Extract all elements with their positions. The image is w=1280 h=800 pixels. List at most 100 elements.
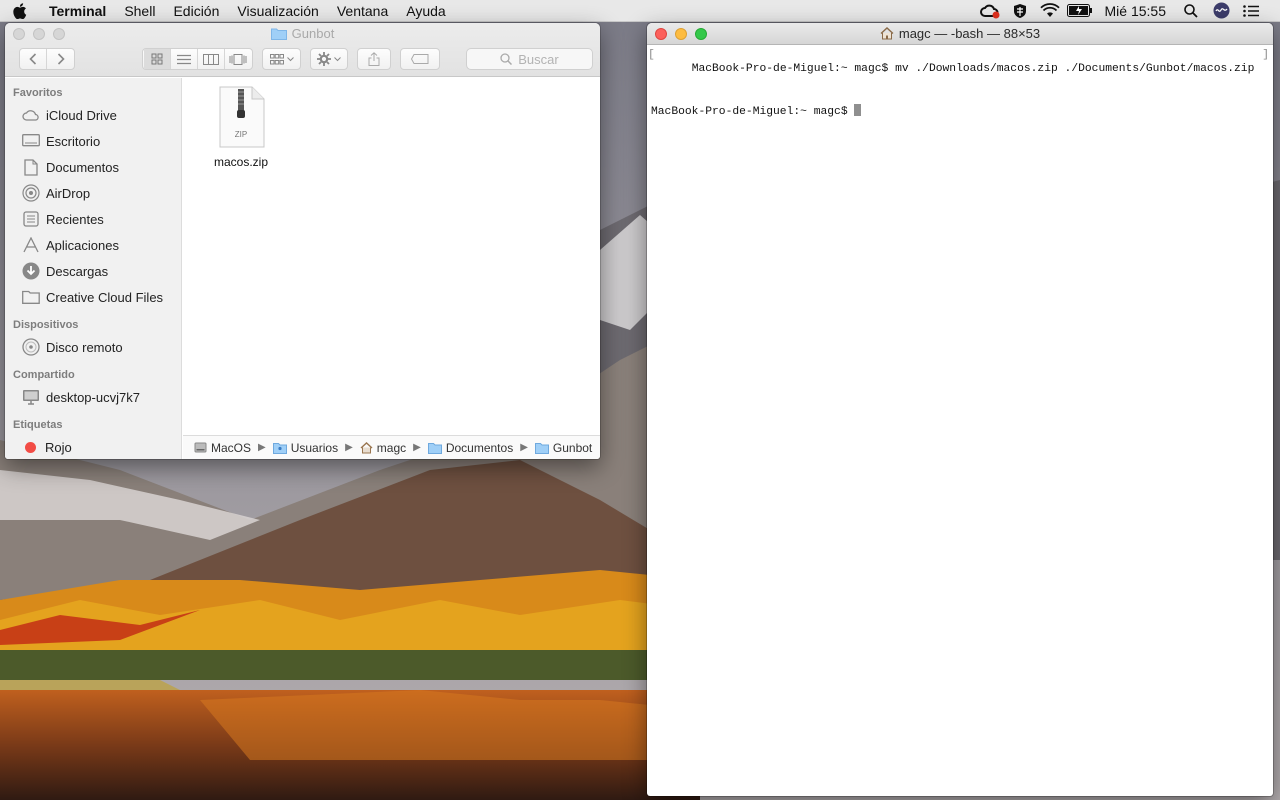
applications-icon bbox=[21, 236, 41, 254]
line-mark-icon: ] bbox=[1262, 49, 1269, 61]
back-button[interactable] bbox=[20, 49, 47, 69]
finder-title-text: Gunbot bbox=[291, 26, 335, 41]
sidebar-item-icloud-drive[interactable]: iCloud Drive bbox=[5, 102, 181, 128]
status-area: Mié 15:55 bbox=[975, 0, 1280, 22]
computer-icon bbox=[21, 388, 41, 406]
menu-shell[interactable]: Shell bbox=[115, 0, 164, 22]
sidebar-item-label: Disco remoto bbox=[46, 339, 123, 355]
sidebar-item-label: Creative Cloud Files bbox=[46, 289, 164, 305]
sidebar-item-recientes[interactable]: Recientes bbox=[5, 206, 181, 232]
path-item-label: MacOS bbox=[211, 440, 252, 455]
sidebar-item-creative-cloud-files[interactable]: Creative Cloud Files bbox=[5, 284, 181, 310]
path-item-usuarios[interactable]: Usuarios bbox=[272, 441, 338, 455]
creative-cloud-icon[interactable] bbox=[975, 0, 1005, 22]
sidebar-item-label: Aplicaciones bbox=[46, 237, 119, 253]
list-view-button[interactable] bbox=[171, 49, 198, 69]
list-icon bbox=[176, 54, 191, 64]
file-name: macos.zip bbox=[213, 155, 269, 169]
forward-button[interactable] bbox=[47, 49, 74, 69]
finder-window: Gunbot Buscar Favoritos iCloud Drive Esc… bbox=[5, 23, 600, 459]
menu-clock[interactable]: Mié 15:55 bbox=[1095, 0, 1176, 22]
action-button[interactable] bbox=[310, 48, 348, 70]
icon-view-button[interactable] bbox=[143, 49, 171, 69]
grid-icon bbox=[151, 53, 162, 65]
terminal-title-text: magc — -bash — 88×53 bbox=[898, 26, 1041, 41]
coverflow-icon bbox=[229, 53, 247, 65]
path-item-label: Documentos bbox=[445, 440, 514, 455]
sidebar-item-desktop-ucvj7k7[interactable]: desktop-ucvj7k7 bbox=[5, 384, 181, 410]
terminal-line-text: MacBook-Pro-de-Miguel:~ magc$ mv ./Downl… bbox=[691, 63, 1255, 75]
path-item-documentos[interactable]: Documentos bbox=[427, 440, 514, 455]
spotlight-search-icon[interactable] bbox=[1176, 0, 1206, 22]
sidebar-header-devices: Dispositivos bbox=[13, 319, 79, 331]
sidebar-item-label: Escritorio bbox=[46, 133, 101, 149]
column-view-button[interactable] bbox=[198, 49, 225, 69]
siri-icon[interactable] bbox=[1206, 0, 1236, 22]
menu-ayuda[interactable]: Ayuda bbox=[397, 0, 454, 22]
view-mode-control bbox=[142, 48, 253, 70]
folder-icon bbox=[270, 27, 287, 45]
path-bar: MacOS ▶ Usuarios ▶ magc ▶ Documentos ▶ G… bbox=[183, 435, 600, 459]
finder-toolbar: Gunbot Buscar bbox=[5, 23, 600, 77]
arrange-button[interactable] bbox=[262, 48, 301, 70]
nav-buttons bbox=[19, 48, 75, 70]
menu-visualizacion[interactable]: Visualización bbox=[228, 0, 327, 22]
sidebar-item-label: Descargas bbox=[46, 263, 109, 279]
sidebar-item-descargas[interactable]: Descargas bbox=[5, 258, 181, 284]
home-icon bbox=[880, 25, 894, 47]
finder-title: Gunbot bbox=[5, 25, 600, 45]
search-field[interactable]: Buscar bbox=[466, 48, 593, 70]
sidebar-item-escritorio[interactable]: Escritorio bbox=[5, 128, 181, 154]
sidebar-header-favorites: Favoritos bbox=[13, 87, 63, 99]
sidebar-item-airdrop[interactable]: AirDrop bbox=[5, 180, 181, 206]
notification-center-icon[interactable] bbox=[1236, 0, 1266, 22]
menu-edicion[interactable]: Edición bbox=[164, 0, 228, 22]
path-separator: ▶ bbox=[413, 442, 421, 453]
sidebar-item-label: iCloud Drive bbox=[46, 107, 117, 123]
downloads-icon bbox=[21, 262, 41, 280]
share-icon bbox=[368, 52, 380, 66]
terminal-line-text: MacBook-Pro-de-Miguel:~ magc$ bbox=[651, 106, 855, 118]
sidebar-header-shared: Compartido bbox=[13, 369, 75, 381]
file-item[interactable]: ZIP macos.zip bbox=[205, 86, 277, 169]
sidebar-item-documentos[interactable]: Documentos bbox=[5, 154, 181, 180]
chevron-down-icon bbox=[286, 56, 294, 61]
terminal-title: magc — -bash — 88×53 bbox=[647, 23, 1273, 47]
path-item-magc[interactable]: magc bbox=[360, 441, 406, 455]
path-item-gunbot[interactable]: Gunbot bbox=[534, 441, 592, 455]
hard-drive-icon bbox=[194, 442, 207, 453]
share-button[interactable] bbox=[357, 48, 391, 70]
terminal-window: magc — -bash — 88×53 [ MacBook-Pro-de-Mig… bbox=[647, 23, 1273, 796]
gallery-view-button[interactable] bbox=[225, 49, 252, 69]
tags-button[interactable] bbox=[400, 48, 440, 70]
folder-icon bbox=[21, 288, 41, 306]
home-icon bbox=[360, 441, 373, 453]
recents-icon bbox=[21, 210, 41, 228]
desktop-icon bbox=[21, 132, 41, 150]
terminal-output[interactable]: [ MacBook-Pro-de-Miguel:~ magc$ mv ./Down… bbox=[647, 45, 1273, 796]
airdrop-icon bbox=[21, 184, 41, 202]
sidebar-item-aplicaciones[interactable]: Aplicaciones bbox=[5, 232, 181, 258]
path-separator: ▶ bbox=[345, 442, 353, 453]
line-mark-icon: [ bbox=[648, 49, 655, 61]
vpn-shield-icon[interactable] bbox=[1005, 0, 1035, 22]
chevron-down-icon bbox=[334, 56, 341, 61]
menu-ventana[interactable]: Ventana bbox=[328, 0, 397, 22]
arrange-grid-icon bbox=[269, 53, 284, 64]
finder-sidebar: Favoritos iCloud Drive Escritorio Docume… bbox=[5, 78, 182, 459]
sidebar-item-tag-rojo[interactable]: Rojo bbox=[5, 434, 181, 459]
apple-menu-icon[interactable] bbox=[0, 2, 40, 19]
folder-icon bbox=[427, 442, 442, 454]
menu-app-terminal[interactable]: Terminal bbox=[40, 0, 115, 22]
terminal-line: MacBook-Pro-de-Miguel:~ magc$ bbox=[651, 104, 1269, 119]
sidebar-item-label: Documentos bbox=[46, 159, 119, 175]
path-separator: ▶ bbox=[520, 442, 528, 453]
wifi-icon[interactable] bbox=[1035, 0, 1065, 22]
sidebar-item-label: desktop-ucvj7k7 bbox=[46, 389, 140, 405]
chevron-left-icon bbox=[29, 53, 37, 65]
folder-icon bbox=[534, 442, 549, 454]
battery-icon[interactable] bbox=[1065, 0, 1095, 22]
file-badge: ZIP bbox=[234, 130, 248, 139]
sidebar-item-disco-remoto[interactable]: Disco remoto bbox=[5, 334, 181, 360]
path-item-macos[interactable]: MacOS bbox=[194, 441, 251, 455]
